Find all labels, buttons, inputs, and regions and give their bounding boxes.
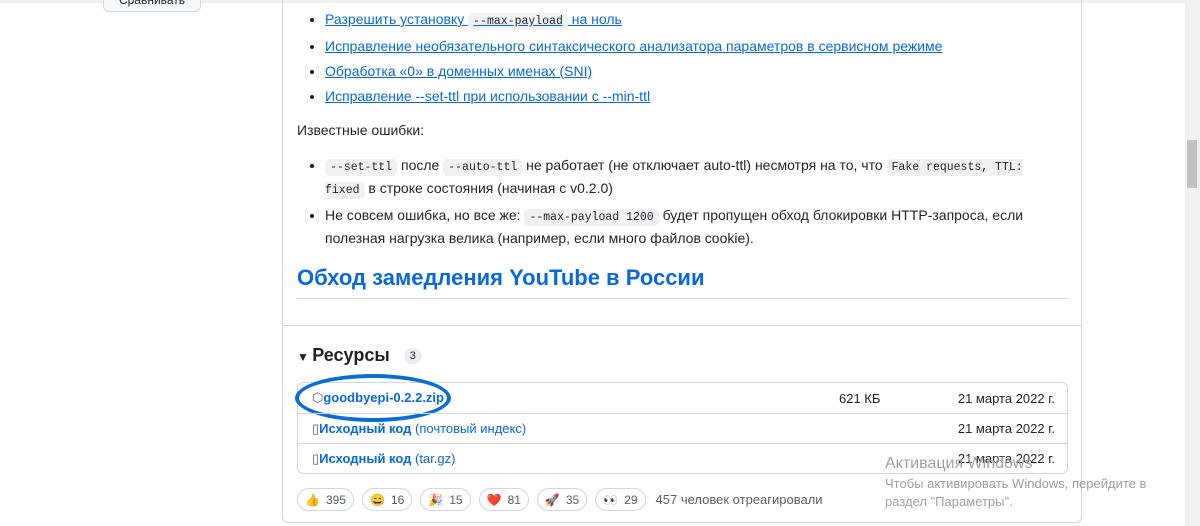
section-heading[interactable]: Обход замедления YouTube в России [297,265,1068,299]
fix-link[interactable]: Исправление --set-ttl при использовании … [325,88,650,104]
list-item: Обработка «0» в доменных именах (SNI) [325,59,942,84]
divider [283,325,1081,326]
fix-link[interactable]: Исправление необязательного синтаксическ… [325,38,942,54]
fix-link[interactable]: Обработка «0» в доменных именах (SNI) [325,63,592,79]
rocket-icon: 🚀 [544,492,560,507]
list-item: Исправление --set-ttl при использовании … [325,84,942,109]
caret-down-icon: ▼ [297,350,313,364]
asset-row: ⬡goodbyepi-0.2.2.zip 621 КБ 21 марта 202… [295,374,1067,422]
known-errors-label: Известные ошибки: [297,122,425,138]
reactions-summary: 457 человек отреагировали [655,492,823,507]
reaction-hooray[interactable]: 🎉 15 [420,488,471,511]
windows-activation-watermark: Активация Windows Чтобы активировать Win… [885,455,1147,509]
release-card: Разрешить установку --max-payload на нол… [282,0,1082,523]
list-item-cut [325,0,942,7]
thumbs-up-icon: 👍 [305,492,320,507]
reactions: 👍 395 😄 16 🎉 15 ❤️ 81 🚀 35 👀 29 457 человек от… [297,488,823,511]
compare-button[interactable]: Сравнивать [103,0,201,12]
eyes-icon: 👀 [603,492,619,507]
reaction-laugh[interactable]: 😄 16 [361,488,413,511]
errors-list: --set-ttl после --auto-ttl не работает (… [325,155,1065,253]
reaction-thumbsup[interactable]: 👍 395 [297,488,354,511]
tada-icon: 🎉 [428,492,444,507]
asset-row: ▯Исходный код (почтовый индекс) 21 марта… [298,413,1067,443]
list-item: Исправление необязательного синтаксическ… [325,34,942,59]
scrollbar-thumb[interactable] [1187,140,1197,188]
fix-link[interactable]: Разрешить установку --max-payload на нол… [325,11,622,30]
reaction-eyes[interactable]: 👀 29 [595,488,646,511]
reaction-rocket[interactable]: 🚀 35 [536,488,588,511]
asset-date: 21 марта 2022 г. [957,421,1055,436]
list-item: Не совсем ошибка, но все же: --max-paylo… [325,205,1065,249]
list-item: --set-ttl после --auto-ttl не работает (… [325,155,1065,201]
fixes-list: Разрешить установку --max-payload на нол… [325,0,942,109]
asset-size: 621 КБ [839,390,881,406]
asset-link[interactable]: ▯Исходный код (tar.gz) [312,451,455,467]
reaction-heart[interactable]: ❤️ 81 [478,488,529,511]
asset-link[interactable]: ▯Исходный код (почтовый индекс) [312,421,526,437]
count-badge: 3 [403,348,422,365]
heart-icon: ❤️ [486,492,502,507]
resources-toggle[interactable]: ▼ Ресурсы 3 [297,345,422,366]
list-item: Разрешить установку --max-payload на нол… [325,7,942,34]
asset-date: 21 марта 2022 г. [957,390,1055,406]
laugh-icon: 😄 [369,492,385,507]
scrollbar[interactable] [1185,0,1200,526]
